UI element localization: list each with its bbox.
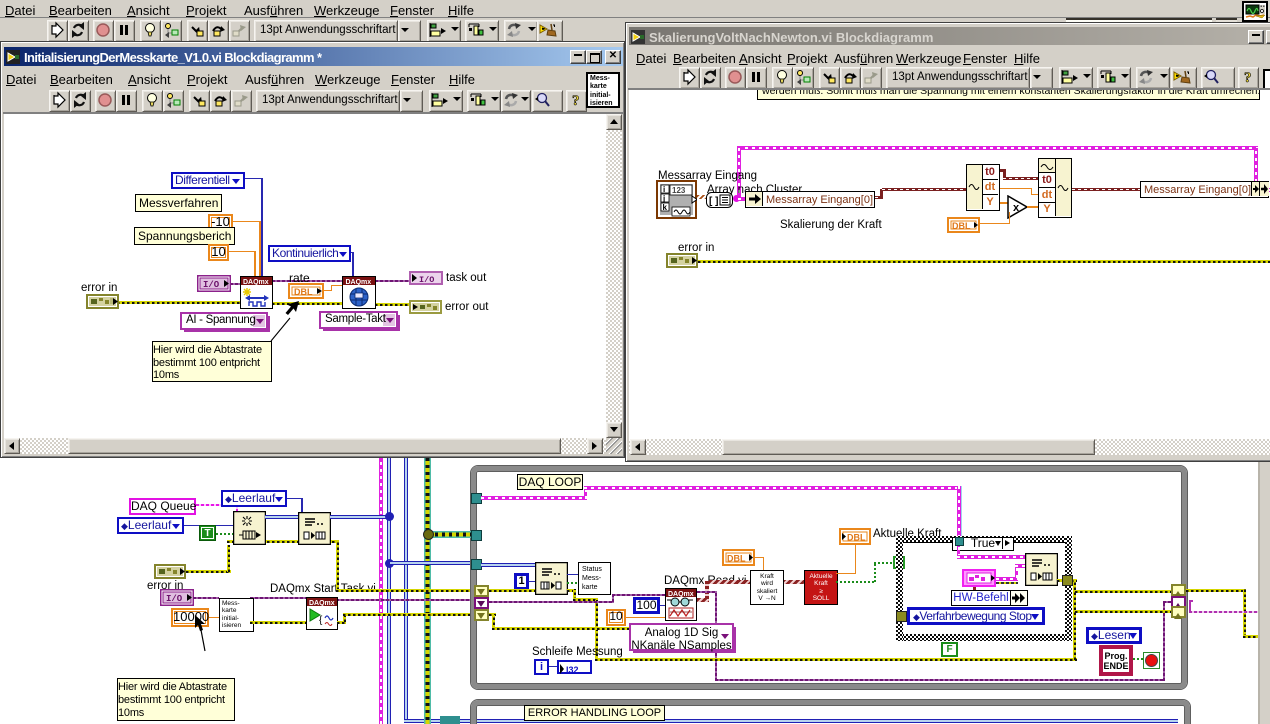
svg-text:I/O: I/O: [166, 594, 183, 604]
svg-text:?: ?: [1244, 70, 1252, 86]
svg-text:I32: I32: [566, 665, 579, 674]
svg-text:DBL: DBL: [727, 554, 746, 564]
svg-text:DBL: DBL: [847, 533, 866, 543]
svg-text:DAQmx: DAQmx: [668, 591, 694, 598]
svg-text:x: x: [1013, 202, 1020, 214]
svg-text:DAQmx: DAQmx: [243, 279, 269, 286]
svg-text:DBL: DBL: [952, 221, 971, 231]
svg-text:?: ?: [572, 93, 580, 109]
svg-text:DAQmx: DAQmx: [346, 279, 372, 286]
svg-text:I/O: I/O: [419, 275, 434, 283]
svg-text:i: i: [663, 185, 665, 194]
svg-text:[ ]: [ ]: [709, 196, 718, 207]
svg-text:k: k: [663, 203, 668, 212]
svg-text:j: j: [662, 194, 665, 203]
svg-text:I/O: I/O: [203, 280, 220, 290]
svg-text:DAQmx: DAQmx: [309, 600, 335, 607]
svg-text:123: 123: [672, 186, 686, 195]
